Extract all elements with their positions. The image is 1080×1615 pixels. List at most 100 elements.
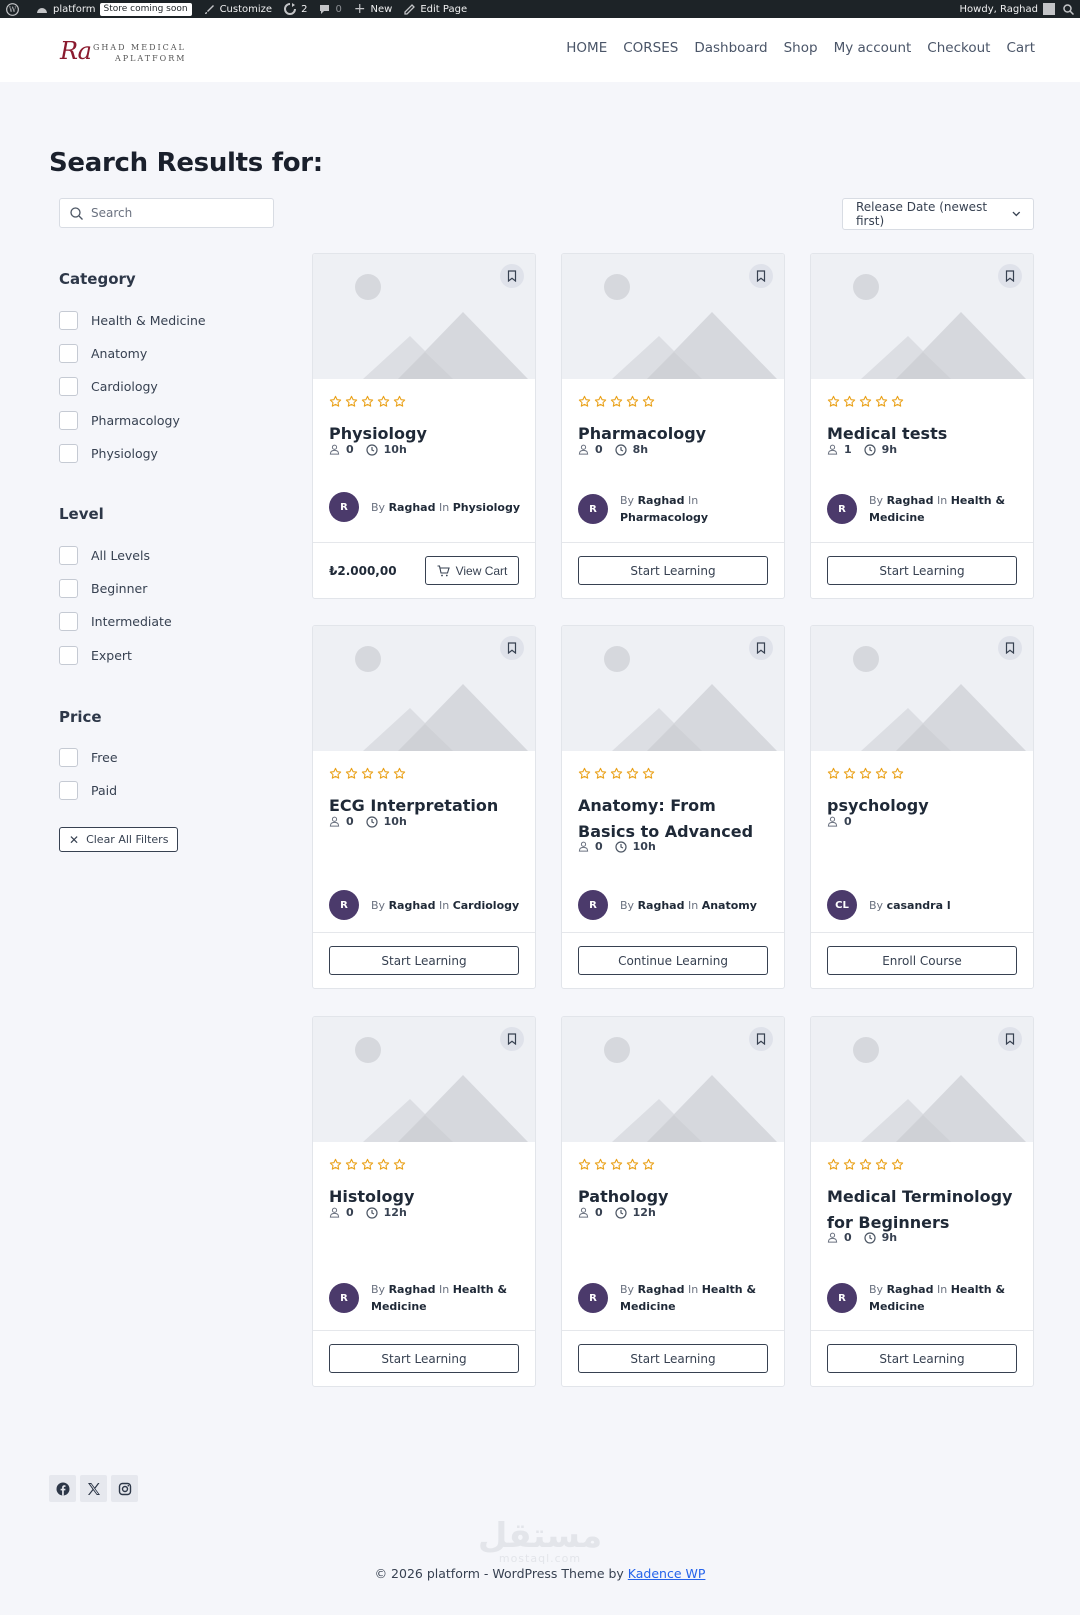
course-title[interactable]: Anatomy: From Basics to Advanced — [578, 793, 770, 845]
level-option[interactable]: Intermediate — [59, 612, 172, 631]
search-icon[interactable] — [1063, 3, 1074, 15]
admin-edit-page-link[interactable]: Edit Page — [404, 4, 467, 15]
avatar[interactable]: R — [827, 1283, 857, 1313]
wordpress-logo-icon[interactable]: W — [6, 2, 24, 16]
course-thumbnail[interactable] — [562, 254, 784, 379]
course-card[interactable]: psychology 0 CL By casandra l Enroll Course — [810, 625, 1034, 989]
x-icon[interactable] — [80, 1475, 107, 1502]
admin-customize-link[interactable]: Customize — [204, 4, 272, 15]
theme-link[interactable]: Kadence WP — [628, 1566, 706, 1581]
nav-checkout[interactable]: Checkout — [927, 40, 990, 56]
bookmark-icon[interactable] — [500, 636, 524, 660]
bookmark-icon[interactable] — [749, 264, 773, 288]
checkbox[interactable] — [59, 411, 78, 430]
instagram-icon[interactable] — [111, 1475, 138, 1502]
course-action-button[interactable]: Start Learning — [827, 556, 1017, 585]
checkbox[interactable] — [59, 311, 78, 330]
course-thumbnail[interactable] — [313, 254, 535, 379]
course-action-button[interactable]: Start Learning — [827, 1344, 1017, 1373]
course-action-button[interactable]: Enroll Course — [827, 946, 1017, 975]
admin-new-link[interactable]: + New — [354, 1, 393, 17]
avatar[interactable]: R — [827, 494, 857, 524]
author-name[interactable]: Raghad — [638, 1283, 685, 1296]
course-thumbnail[interactable] — [562, 1017, 784, 1142]
checkbox[interactable] — [59, 579, 78, 598]
course-thumbnail[interactable] — [811, 1017, 1033, 1142]
course-action-button[interactable]: Start Learning — [578, 1344, 768, 1373]
course-category[interactable]: Anatomy — [702, 899, 757, 912]
avatar[interactable]: R — [329, 890, 359, 920]
course-card[interactable]: Pharmacology 0 8h R By Raghad In Pharmacolog… — [561, 253, 785, 599]
category-option[interactable]: Anatomy — [59, 344, 147, 363]
author-name[interactable]: Raghad — [389, 899, 436, 912]
course-thumbnail[interactable] — [313, 626, 535, 751]
course-card[interactable]: ECG Interpretation 0 10h R By Raghad In Card… — [312, 625, 536, 989]
course-title[interactable]: Medical Terminology for Beginners — [827, 1184, 1019, 1236]
bookmark-icon[interactable] — [998, 636, 1022, 660]
course-card[interactable]: Anatomy: From Basics to Advanced 0 10h R By … — [561, 625, 785, 989]
category-option[interactable]: Pharmacology — [59, 411, 180, 430]
avatar[interactable]: R — [329, 492, 359, 522]
avatar[interactable]: R — [578, 494, 608, 524]
bookmark-icon[interactable] — [749, 1027, 773, 1051]
checkbox[interactable] — [59, 612, 78, 631]
course-card[interactable]: Medical tests 1 9h R By Raghad In Health & M… — [810, 253, 1034, 599]
course-thumbnail[interactable] — [811, 626, 1033, 751]
course-category[interactable]: Physiology — [453, 501, 520, 514]
course-category[interactable]: Cardiology — [453, 899, 520, 912]
checkbox[interactable] — [59, 444, 78, 463]
course-thumbnail[interactable] — [313, 1017, 535, 1142]
nav-my-account[interactable]: My account — [834, 40, 912, 56]
avatar[interactable]: R — [578, 890, 608, 920]
bookmark-icon[interactable] — [998, 1027, 1022, 1051]
author-name[interactable]: casandra l — [887, 899, 951, 912]
checkbox[interactable] — [59, 781, 78, 800]
author-name[interactable]: Raghad — [887, 1283, 934, 1296]
price-option[interactable]: Paid — [59, 781, 117, 800]
category-option[interactable]: Cardiology — [59, 377, 158, 396]
course-card[interactable]: Medical Terminology for Beginners 0 9h R By … — [810, 1016, 1034, 1387]
facebook-icon[interactable] — [49, 1475, 76, 1502]
price-option[interactable]: Free — [59, 748, 118, 767]
author-name[interactable]: Raghad — [389, 501, 436, 514]
nav-courses[interactable]: CORSES — [623, 40, 678, 56]
bookmark-icon[interactable] — [749, 636, 773, 660]
sort-select[interactable]: Release Date (newest first) — [842, 198, 1034, 230]
view-cart-button[interactable]: View Cart — [425, 556, 519, 585]
nav-dashboard[interactable]: Dashboard — [694, 40, 767, 56]
author-name[interactable]: Raghad — [638, 899, 685, 912]
course-action-button[interactable]: Start Learning — [329, 1344, 519, 1373]
bookmark-icon[interactable] — [500, 264, 524, 288]
course-category[interactable]: Pharmacology — [620, 511, 708, 524]
checkbox[interactable] — [59, 344, 78, 363]
category-option[interactable]: Physiology — [59, 444, 158, 463]
admin-avatar[interactable] — [1043, 3, 1055, 15]
clear-filters-button[interactable]: ✕ Clear All Filters — [59, 827, 179, 852]
level-option[interactable]: Beginner — [59, 579, 147, 598]
avatar[interactable]: R — [329, 1283, 359, 1313]
author-name[interactable]: Raghad — [638, 494, 685, 507]
checkbox[interactable] — [59, 748, 78, 767]
admin-howdy[interactable]: Howdy, Raghad — [960, 4, 1038, 15]
avatar[interactable]: R — [578, 1283, 608, 1313]
nav-home[interactable]: HOME — [566, 40, 607, 56]
course-thumbnail[interactable] — [811, 254, 1033, 379]
course-card[interactable]: Histology 0 12h R By Raghad In Health & Medi… — [312, 1016, 536, 1387]
checkbox[interactable] — [59, 377, 78, 396]
author-name[interactable]: Raghad — [389, 1283, 436, 1296]
level-option[interactable]: All Levels — [59, 546, 150, 565]
checkbox[interactable] — [59, 646, 78, 665]
nav-cart[interactable]: Cart — [1006, 40, 1035, 56]
course-thumbnail[interactable] — [562, 626, 784, 751]
search-input[interactable] — [91, 206, 261, 220]
checkbox[interactable] — [59, 546, 78, 565]
admin-site-link[interactable]: platform Store coming soon — [36, 2, 192, 16]
site-logo[interactable]: Ra GHAD MEDICAL APLATFORM — [60, 37, 186, 65]
course-card[interactable]: Physiology 0 10h R By Raghad In Physiology ₺2… — [312, 253, 536, 599]
avatar[interactable]: CL — [827, 890, 857, 920]
admin-updates-link[interactable]: 2 — [284, 3, 307, 15]
admin-comments-link[interactable]: 0 — [319, 4, 342, 15]
course-card[interactable]: Pathology 0 12h R By Raghad In Health & Medi… — [561, 1016, 785, 1387]
search-field[interactable] — [59, 198, 274, 228]
level-option[interactable]: Expert — [59, 646, 132, 665]
